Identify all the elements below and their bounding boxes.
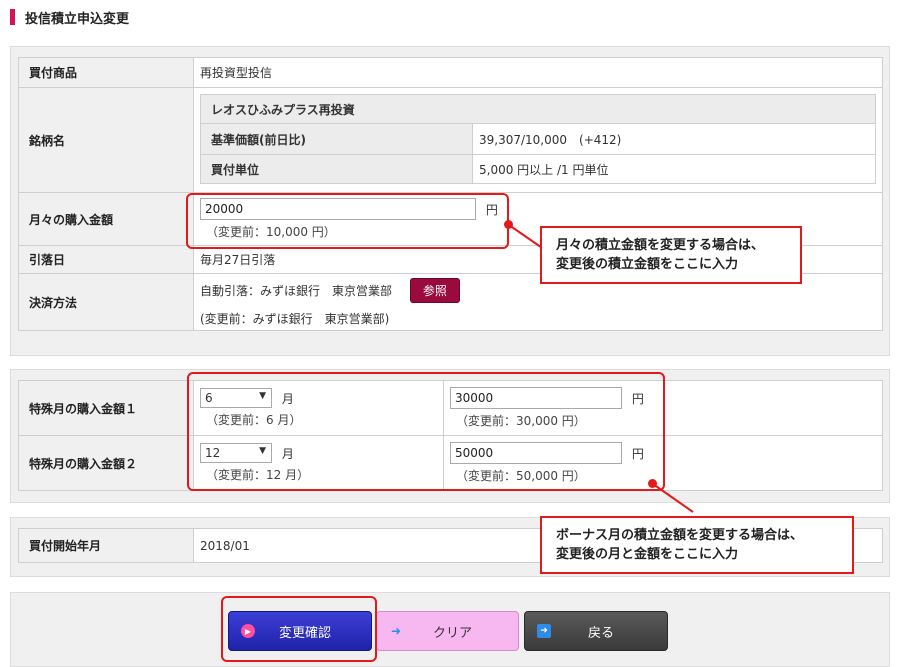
special-month2-label: 特殊月の購入金額２: [18, 435, 194, 491]
clear-label: クリア: [432, 625, 472, 641]
start-month-label: 買付開始年月: [18, 528, 194, 563]
page-title-text: 投信積立申込変更: [25, 11, 130, 27]
callout-line: 変更後の月と金額をここに入力: [556, 547, 739, 562]
product-value: 再投資型投信: [193, 57, 883, 88]
callout-line: 月々の積立金額を変更する場合は、: [556, 238, 765, 253]
clear-button[interactable]: ➜ クリア: [376, 611, 519, 651]
monthly-amount-label: 月々の購入金額: [18, 192, 194, 246]
monthly-amount-highlight: [186, 193, 509, 249]
page-title: 投信積立申込変更: [10, 7, 129, 27]
callout-line: ボーナス月の積立金額を変更する場合は、: [556, 528, 804, 543]
fund-name: レオスひふみプラス再投資: [200, 94, 876, 124]
bonus-month-callout: ボーナス月の積立金額を変更する場合は、 変更後の月と金額をここに入力: [540, 516, 854, 574]
base-price-value: 39,307/10,000 (+412): [472, 123, 876, 155]
fund-name-label: 銘柄名: [18, 87, 194, 193]
base-price-label: 基準価額(前日比): [200, 123, 473, 155]
purchase-unit-label: 買付単位: [200, 154, 473, 184]
debit-day-label: 引落日: [18, 245, 194, 274]
payment-method-label: 決済方法: [18, 273, 194, 331]
arrow-right-icon: ➜: [390, 624, 402, 638]
callout-line: 変更後の積立金額をここに入力: [556, 257, 739, 272]
special-month1-label: 特殊月の購入金額１: [18, 380, 194, 436]
payment-method-previous: (変更前：みずほ銀行 東京営業部): [200, 311, 390, 326]
arrow-right-icon: ➜: [537, 624, 551, 638]
product-label: 買付商品: [18, 57, 194, 88]
back-button[interactable]: ➜ 戻る: [524, 611, 668, 651]
payment-method-value: 自動引落：みずほ銀行 東京営業部: [200, 283, 393, 298]
monthly-amount-callout: 月々の積立金額を変更する場合は、 変更後の積立金額をここに入力: [540, 226, 802, 284]
callout-dot: [648, 479, 657, 488]
title-accent-bar: [10, 9, 15, 25]
reference-button[interactable]: 参照: [409, 277, 460, 303]
fund-detail-table: レオスひふみプラス再投資 基準価額(前日比) 39,307/10,000 (+4…: [200, 94, 876, 184]
special-month-highlight: [187, 372, 665, 491]
back-label: 戻る: [587, 625, 614, 641]
purchase-unit-value: 5,000 円以上 /1 円単位: [472, 154, 876, 184]
callout-dot: [504, 220, 513, 229]
confirm-button-highlight: [221, 596, 377, 662]
